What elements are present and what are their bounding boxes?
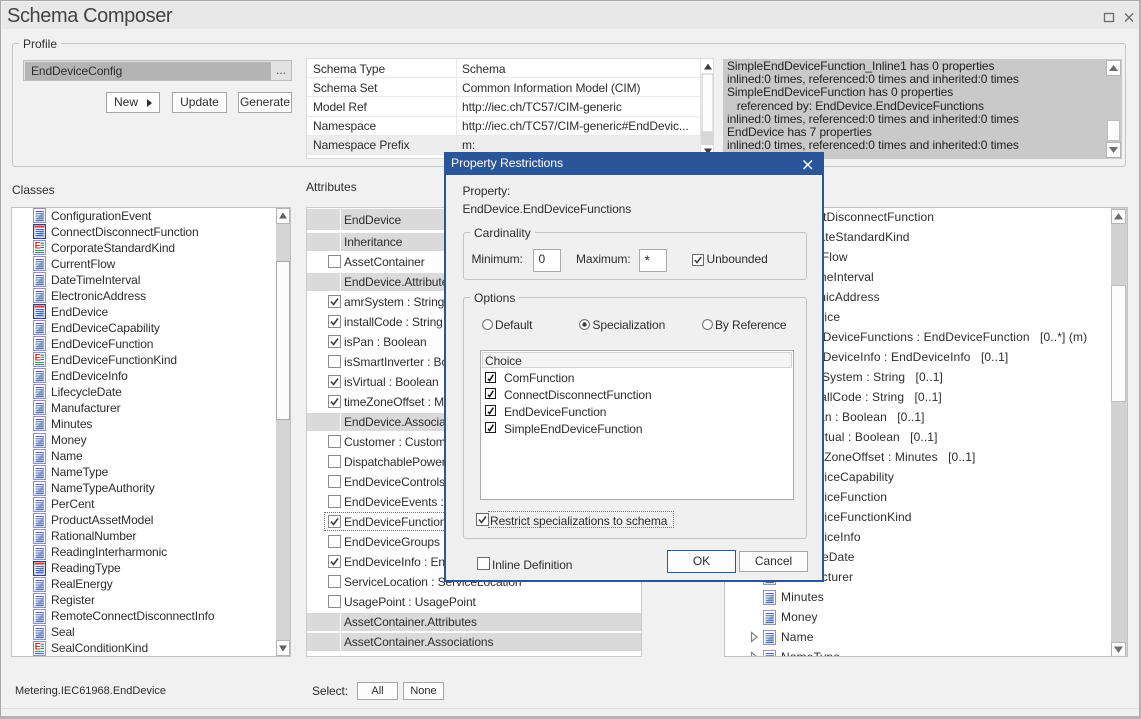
svg-text:E: E xyxy=(34,353,40,363)
svg-text:E: E xyxy=(34,642,40,652)
svg-text:E: E xyxy=(34,241,40,251)
